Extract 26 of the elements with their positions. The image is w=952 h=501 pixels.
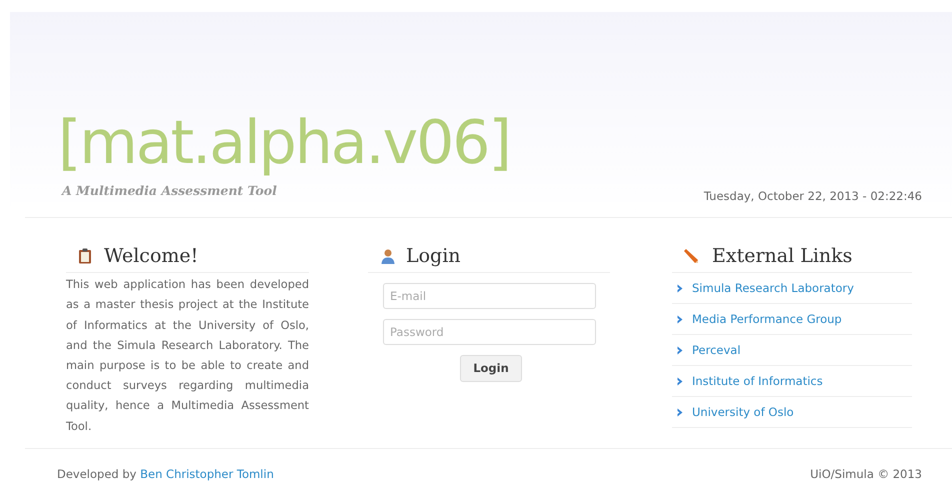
chevron-icon [677, 408, 683, 417]
welcome-paragraph: This web application has been developed as a master thesis project at the Institute of Informatics at the University of Oslo, and the Simula Research Laboratory. The main purpose is to be able to create and conduct surveys regarding multimedia quality, hence a Multimedia Assessment Tool. [66, 277, 309, 435]
email-field[interactable]: E-mail [383, 283, 596, 310]
external-link[interactable]: Media Performance Group [692, 310, 842, 328]
site-logo: [mat.alpha.v06] [58, 107, 510, 180]
chevron-icon [677, 376, 683, 386]
clipboard-icon [78, 248, 92, 264]
chevron-icon [677, 346, 683, 355]
pencil-icon [682, 248, 700, 264]
user-icon [380, 248, 396, 264]
credit-text: Developed by Ben Christopher Tomlin [57, 466, 274, 483]
chevron-icon [677, 284, 683, 293]
tagline: A Multimedia Assessment Tool [62, 182, 278, 200]
external-link[interactable]: Perceval [692, 342, 741, 359]
login-heading: Login [406, 244, 461, 269]
author-link[interactable]: Ben Christopher Tomlin [140, 466, 274, 481]
date-time: Tuesday, October 22, 2013 - 02:22:46 [704, 188, 922, 204]
external-link[interactable]: Simula Research Laboratory [692, 280, 854, 297]
welcome-heading: Welcome! [104, 244, 198, 269]
chevron-icon [677, 314, 683, 324]
login-button[interactable]: Login [460, 355, 522, 382]
external-link[interactable]: University of Oslo [692, 404, 794, 421]
copyright-text: UiO/Simula © 2013 [810, 466, 922, 483]
password-field[interactable]: Password [383, 319, 596, 346]
external-link[interactable]: Institute of Informatics [692, 372, 823, 390]
external-links-heading: External Links [712, 244, 852, 269]
